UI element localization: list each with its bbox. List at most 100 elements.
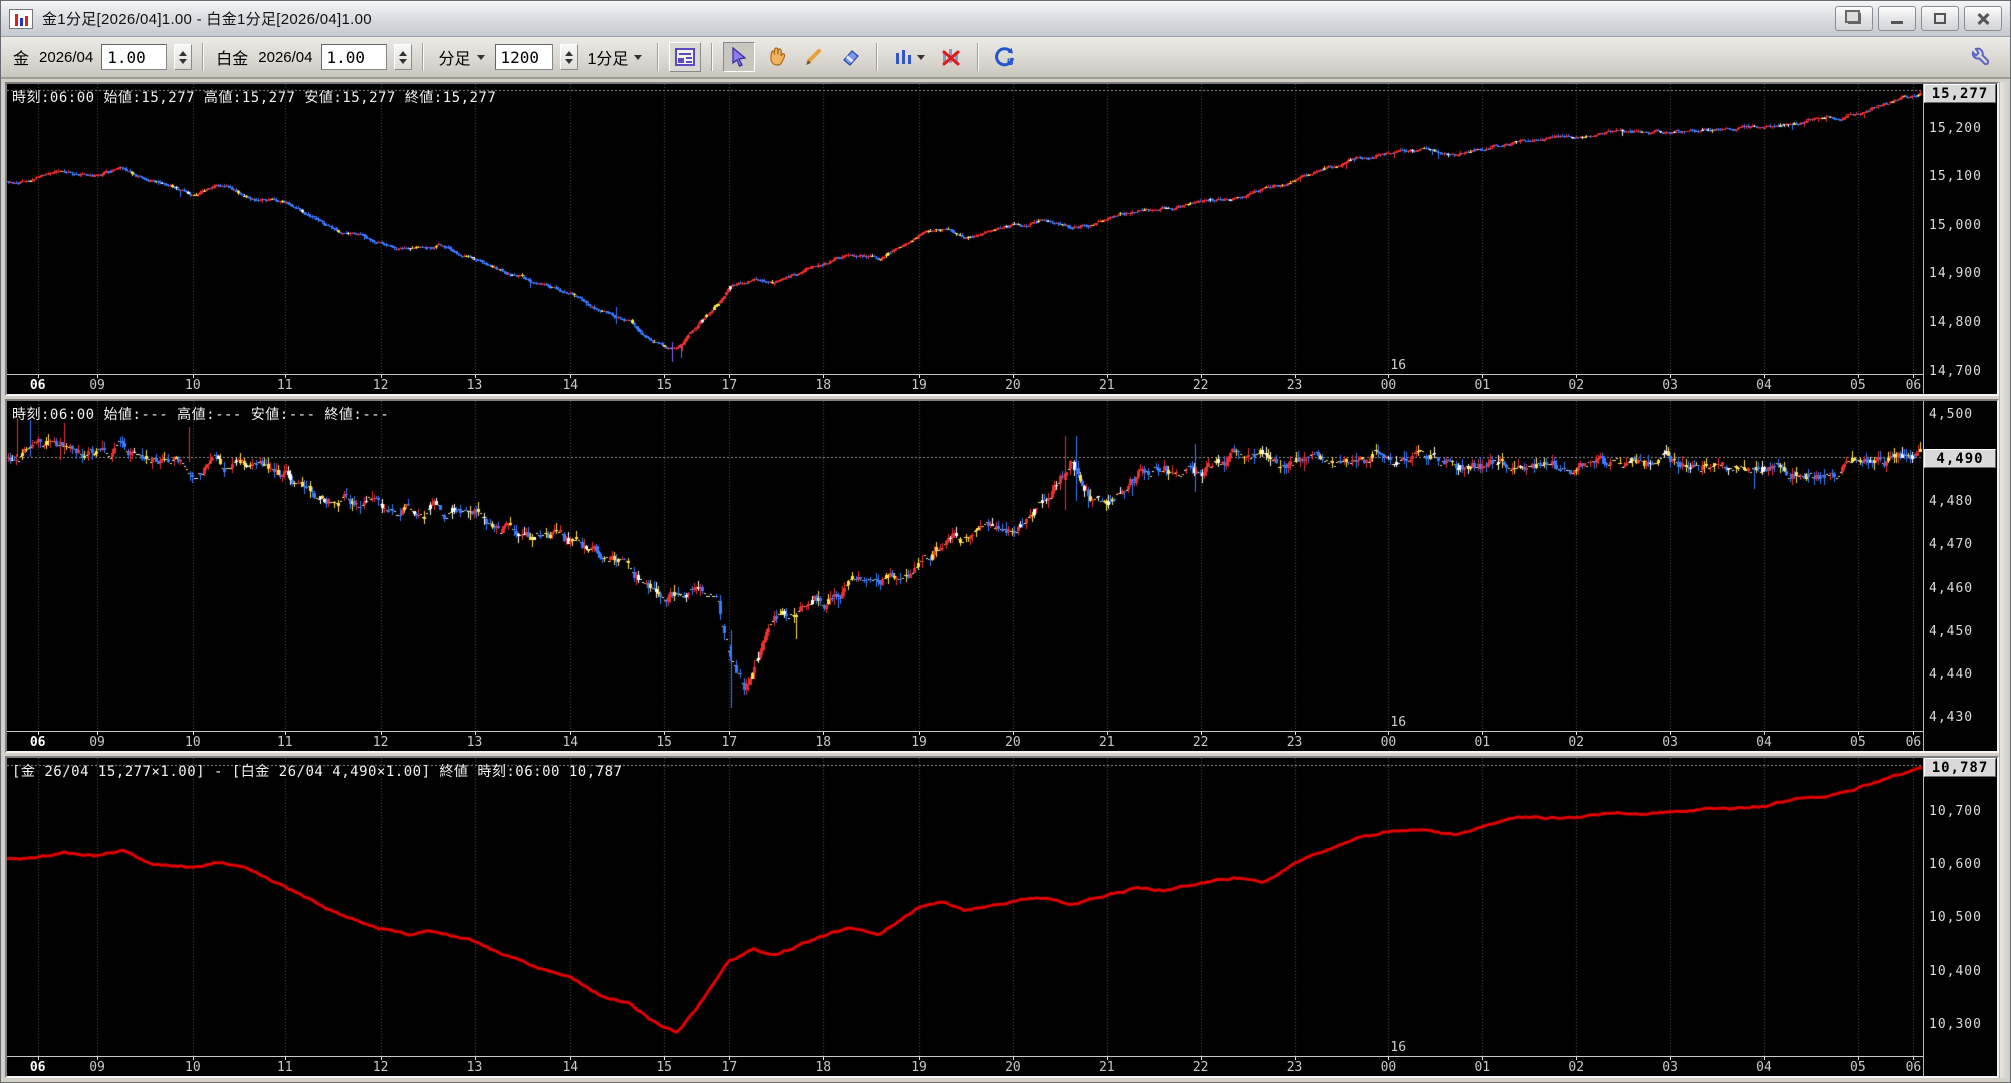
x-axis-label: 02 <box>1568 378 1585 394</box>
close-button[interactable] <box>1964 6 2002 31</box>
spread-price-badge: 10,787 <box>1924 757 1996 777</box>
chevron-down-icon <box>634 54 643 60</box>
x-axis-tickmark <box>37 1057 39 1061</box>
x-axis-label: 18 <box>815 734 832 750</box>
x-axis-label: 06 <box>1905 378 1922 394</box>
toolbar-separator <box>657 43 660 71</box>
x-axis-label: 06 <box>29 1060 46 1076</box>
platinum-ratio-input[interactable] <box>320 44 387 70</box>
y-axis-tick: 10,500 <box>1929 910 1982 926</box>
toolbar-separator <box>711 43 714 71</box>
hand-icon <box>770 47 786 66</box>
refresh-button[interactable]: B <box>989 42 1021 72</box>
cursor-icon <box>732 47 747 67</box>
platinum-chart-panel: 16 時刻:06:00 始値:--- 高値:--- 安値:--- 終値:--- … <box>5 399 1999 753</box>
spread-plot-area[interactable]: 16 <box>7 757 1923 1056</box>
gold-month: 2026/04 <box>39 48 94 66</box>
gold-label: 金 <box>13 51 30 68</box>
gold-ratio-input[interactable] <box>101 44 168 70</box>
x-axis-tickmark <box>1200 731 1202 735</box>
x-axis-tickmark <box>192 375 194 379</box>
x-axis-label: 15 <box>656 734 673 750</box>
y-axis-tick: 4,480 <box>1929 494 1974 509</box>
y-axis-tick: 10,600 <box>1929 857 1982 873</box>
platinum-chart-canvas[interactable] <box>7 401 1923 731</box>
platinum-plot-area[interactable]: 16 <box>7 401 1923 731</box>
toolbar-separator <box>202 43 205 71</box>
x-axis-label: 09 <box>89 1060 105 1076</box>
x-axis-tickmark <box>1388 1057 1390 1061</box>
svg-text:B: B <box>1007 57 1014 67</box>
y-axis-tick: 15,000 <box>1929 217 1982 233</box>
gold-chart-panel: 16 時刻:06:00 始値:15,277 高値:15,277 安値:15,27… <box>5 82 1999 397</box>
x-axis-tickmark <box>1482 731 1484 735</box>
gold-plot-area[interactable]: 16 <box>7 84 1923 374</box>
settings-wrench-button[interactable] <box>1964 42 1996 72</box>
platinum-info-line: 時刻:06:00 始値:--- 高値:--- 安値:--- 終値:--- <box>12 407 390 424</box>
refresh-icon: B <box>995 47 1014 67</box>
x-axis-tickmark <box>474 375 476 379</box>
bar-style-dropdown-button[interactable] <box>888 42 930 72</box>
y-axis-tick: 15,100 <box>1929 169 1982 185</box>
gold-chart-canvas[interactable] <box>7 84 1923 374</box>
chart-settings-icon <box>675 48 696 66</box>
detach-window-button[interactable] <box>1835 6 1873 31</box>
x-axis-label: 23 <box>1286 1060 1303 1076</box>
x-axis-label: 11 <box>276 378 293 394</box>
x-axis-label: 05 <box>1850 378 1866 394</box>
y-axis-tick: 4,460 <box>1929 580 1974 596</box>
x-axis-label: 22 <box>1192 378 1209 394</box>
maximize-button[interactable] <box>1921 6 1959 31</box>
pencil-tool-button[interactable] <box>797 42 829 72</box>
x-axis-label: 13 <box>466 378 483 394</box>
x-axis-label: 15 <box>656 378 673 394</box>
x-axis-tickmark <box>1857 1057 1859 1061</box>
minimize-button[interactable] <box>1878 6 1916 31</box>
x-axis-label: 02 <box>1568 1060 1585 1076</box>
x-axis-tickmark <box>570 1057 572 1061</box>
spread-chart-canvas[interactable] <box>7 757 1923 1056</box>
x-axis-label: 17 <box>721 734 738 750</box>
cursor-tool-button[interactable] <box>723 42 756 72</box>
y-axis-tick: 4,430 <box>1929 710 1974 726</box>
platinum-ratio-spinner[interactable] <box>393 44 412 70</box>
chevron-down-icon <box>476 54 485 60</box>
clear-chart-icon <box>942 49 960 66</box>
x-axis-label: 18 <box>815 1060 832 1076</box>
x-axis-label: 14 <box>562 378 579 394</box>
x-axis-tickmark <box>823 1057 825 1061</box>
x-axis-tickmark <box>1913 1057 1915 1061</box>
x-axis-tickmark <box>1388 375 1390 379</box>
x-axis-label: 21 <box>1098 734 1115 750</box>
x-axis-label: 06 <box>29 378 46 394</box>
x-axis-tickmark <box>380 1057 382 1061</box>
gold-ratio-spinner[interactable] <box>174 44 193 70</box>
x-axis-label: 20 <box>1005 1060 1021 1076</box>
y-axis-tick: 10,400 <box>1929 963 1982 979</box>
interval-dropdown[interactable]: 分足 <box>434 42 490 72</box>
x-axis-tickmark <box>37 731 39 735</box>
bars-count-input[interactable] <box>494 44 553 70</box>
x-axis-label: 06 <box>29 734 46 750</box>
x-axis-label: 12 <box>372 1060 389 1076</box>
bars-count-spinner[interactable] <box>559 44 578 70</box>
x-axis-label: 19 <box>911 1060 927 1076</box>
x-axis-label: 17 <box>721 378 738 394</box>
x-axis-tickmark <box>1012 1057 1014 1061</box>
hand-tool-button[interactable] <box>760 42 792 72</box>
chart-settings-button[interactable] <box>669 42 702 72</box>
eraser-tool-button[interactable] <box>834 42 866 72</box>
chevron-down-icon <box>916 54 925 60</box>
title-bar: 金1分足[2026/04]1.00 - 白金1分足[2026/04]1.00 <box>1 1 2010 37</box>
chart-panels: 16 時刻:06:00 始値:15,277 高値:15,277 安値:15,27… <box>5 82 1999 1079</box>
x-axis-tickmark <box>1482 375 1484 379</box>
timeframe-dropdown[interactable]: 1分足 <box>583 42 648 72</box>
x-axis-label: 04 <box>1756 378 1772 394</box>
x-axis-tickmark <box>97 375 99 379</box>
gold-price-axis: 15,277 15,200 15,100 15,000 14,900 14,800 14,7… <box>1923 84 1997 395</box>
x-axis-label: 09 <box>89 734 105 750</box>
clear-chart-button[interactable] <box>935 42 967 72</box>
gold-price-badge: 15,277 <box>1924 84 1996 103</box>
x-axis-label: 23 <box>1286 378 1303 394</box>
x-axis-tickmark <box>1576 375 1578 379</box>
